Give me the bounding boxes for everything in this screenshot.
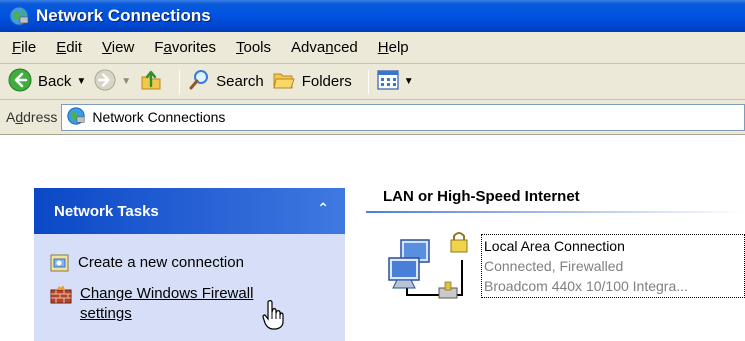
collapse-chevron-icon[interactable]: ⌃ (317, 200, 329, 217)
back-label: Back (38, 73, 72, 90)
toolbar-separator (179, 69, 181, 94)
search-button[interactable]: Search (188, 69, 264, 95)
network-tasks-header[interactable]: Network Tasks ⌃ (34, 188, 345, 234)
address-label: Address (6, 109, 58, 125)
network-connections-icon (66, 106, 86, 129)
toolbar-separator (367, 69, 369, 94)
back-dropdown-icon[interactable]: ▼ (76, 76, 86, 87)
network-connections-icon (8, 5, 30, 27)
menu-file[interactable]: File (12, 39, 36, 56)
task-create-connection-label: Create a new connection (78, 254, 244, 271)
title-bar: Network Connections (0, 0, 745, 32)
connection-status: Connected, Firewalled (484, 258, 624, 274)
connection-device: Broadcom 440x 10/100 Integra... (484, 278, 688, 294)
content-area: Network Tasks ⌃ Create a new connection … (0, 135, 745, 341)
menu-view[interactable]: View (102, 39, 134, 56)
standard-toolbar: Back ▼ ▼ Search Folders ▼ (0, 64, 745, 100)
back-button[interactable]: Back ▼ (8, 68, 86, 96)
network-tasks-title: Network Tasks (54, 202, 159, 220)
task-change-firewall-label: Change Windows Firewall settings (80, 285, 254, 322)
up-folder-icon (139, 68, 163, 96)
forward-dropdown-icon[interactable]: ▼ (121, 76, 131, 87)
search-magnifier-icon (188, 69, 210, 95)
views-icon (377, 69, 399, 94)
section-divider (366, 211, 745, 213)
hand-cursor-icon (262, 300, 284, 333)
address-value: Network Connections (92, 109, 226, 125)
padlock-icon (450, 232, 468, 253)
menu-advanced[interactable]: Advanced (291, 39, 358, 56)
up-button[interactable] (139, 68, 163, 96)
new-connection-icon (50, 253, 70, 277)
lan-connection-icon[interactable] (387, 230, 475, 313)
menu-help[interactable]: Help (378, 39, 409, 56)
connection-name: Local Area Connection (484, 238, 625, 254)
menu-favorites[interactable]: Favorites (154, 39, 216, 56)
task-change-firewall[interactable]: Change Windows Firewall settings (50, 284, 253, 324)
firewall-icon (50, 284, 72, 308)
task-create-connection[interactable]: Create a new connection (50, 253, 244, 277)
address-bar: Address Network Connections (0, 100, 745, 135)
forward-button[interactable]: ▼ (94, 68, 131, 95)
window-title: Network Connections (36, 6, 211, 25)
folders-label: Folders (301, 73, 352, 90)
address-input[interactable]: Network Connections (61, 103, 745, 131)
local-area-connection-item[interactable]: Local Area Connection Connected, Firewal… (481, 234, 745, 298)
menu-edit[interactable]: Edit (56, 39, 82, 56)
menu-tools[interactable]: Tools (236, 39, 271, 56)
folders-button[interactable]: Folders (272, 69, 352, 95)
views-button[interactable]: ▼ (377, 69, 414, 94)
search-label: Search (216, 73, 264, 90)
folders-icon (272, 69, 296, 95)
views-dropdown-icon[interactable]: ▼ (404, 76, 414, 87)
forward-arrow-icon (94, 68, 116, 95)
menu-bar: File Edit View Favorites Tools Advanced … (0, 32, 745, 64)
section-title: LAN or High-Speed Internet (383, 188, 580, 205)
back-arrow-icon (8, 68, 32, 96)
